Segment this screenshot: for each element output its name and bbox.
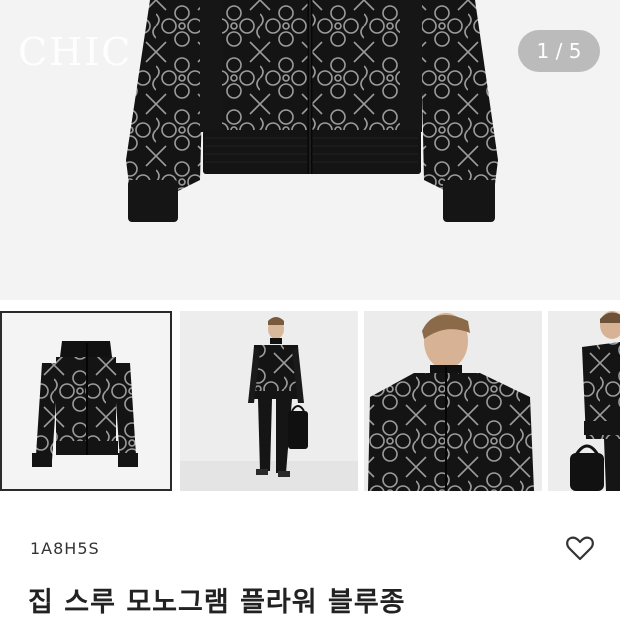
thumbnail-jacket-front-image xyxy=(2,313,170,489)
thumbnail-model-close-up-image xyxy=(364,311,542,491)
thumbnail-strip[interactable] xyxy=(0,311,620,491)
thumbnail-model-full-body[interactable] xyxy=(180,311,358,491)
thumbnail-model-side[interactable] xyxy=(548,311,620,491)
thumbnail-jacket-front[interactable] xyxy=(0,311,172,491)
thumbnail-model-full-body-image xyxy=(180,311,358,491)
product-main-image[interactable]: CHIC 1 / 5 xyxy=(0,0,620,300)
product-code: 1A8H5S xyxy=(30,539,100,558)
thumbnail-model-side-image xyxy=(548,311,620,491)
image-counter: 1 / 5 xyxy=(518,30,600,72)
heart-outline-icon xyxy=(566,536,594,561)
thumbnail-model-close-up[interactable] xyxy=(364,311,542,491)
favorite-button[interactable] xyxy=(564,532,596,564)
product-title: 집 스루 모노그램 플라워 블루종 xyxy=(28,587,406,618)
brand-watermark: CHIC xyxy=(18,30,133,74)
